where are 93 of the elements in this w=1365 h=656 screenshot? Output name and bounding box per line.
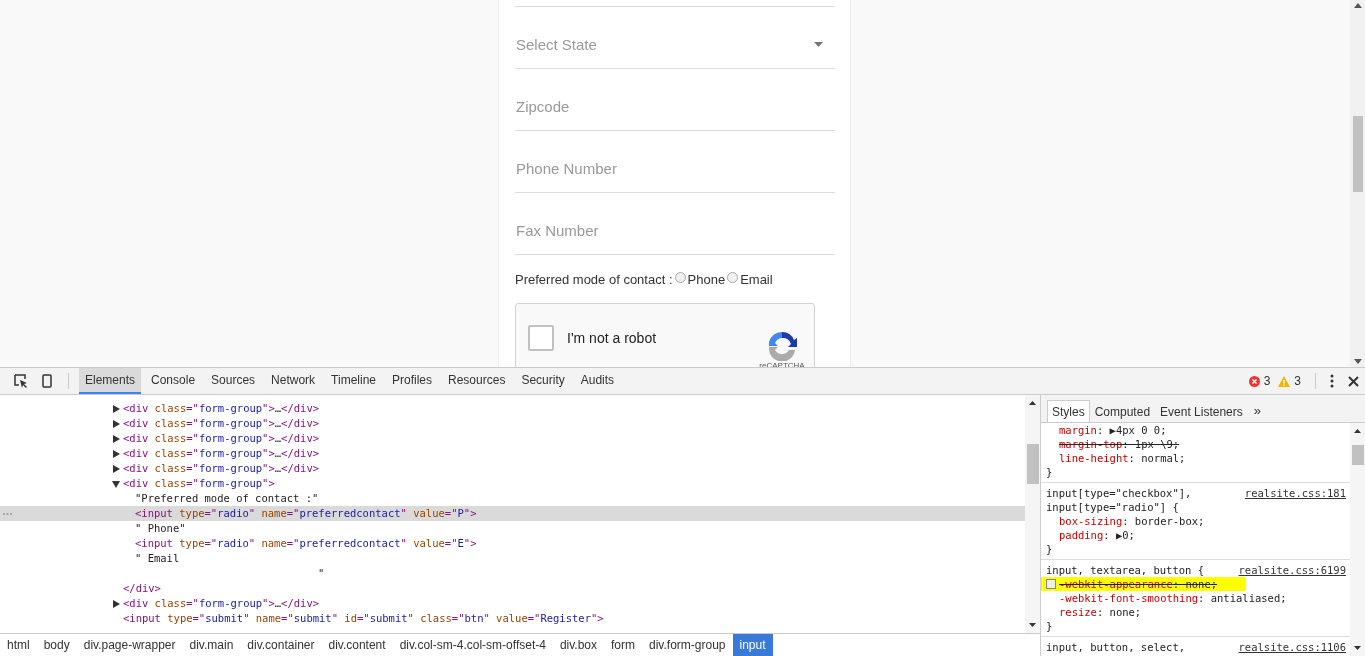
closing-brace: }: [1046, 619, 1054, 633]
scroll-up-icon[interactable]: [1029, 401, 1036, 405]
breadcrumb[interactable]: div.box: [552, 634, 605, 656]
scroll-down-icon[interactable]: [1353, 359, 1362, 364]
scroll-up-icon[interactable]: [1354, 429, 1361, 433]
dom-node[interactable]: <div class="form-group">…</div>: [123, 461, 320, 476]
warning-icon: [1278, 375, 1291, 387]
panel-tab[interactable]: Network: [265, 368, 322, 394]
panel-tab[interactable]: Profiles: [386, 368, 439, 394]
radio-button[interactable]: [727, 272, 739, 283]
panel-tab[interactable]: Sources: [205, 368, 262, 394]
text-node[interactable]: " Phone": [0, 521, 1025, 536]
text-node[interactable]: " Email: [0, 551, 1025, 566]
property-checkbox[interactable]: [1046, 579, 1056, 589]
expand-arrow-icon[interactable]: [112, 404, 120, 413]
source-link[interactable]: realsite.css:181: [1244, 486, 1346, 500]
more-tabs-button[interactable]: »: [1247, 398, 1267, 422]
expand-arrow-icon[interactable]: [112, 464, 120, 473]
breadcrumb[interactable]: div.container: [240, 634, 322, 656]
error-count[interactable]: 3: [1263, 374, 1271, 388]
dom-node[interactable]: <input type="submit" name="submit" id="submit" class="btn" value="Register">: [123, 611, 604, 626]
css-property[interactable]: margin: ▶4px 0 0;: [1059, 423, 1167, 437]
dom-node[interactable]: <div class="form-group">…</div>: [123, 446, 320, 461]
css-selector: input[type="checkbox"],: [1046, 486, 1192, 500]
css-property[interactable]: padding: ▶0;: [1059, 528, 1135, 542]
expand-arrow-icon[interactable]: [112, 449, 120, 458]
css-property[interactable]: -webkit-font-smoothing: antialiased;: [1059, 591, 1287, 605]
warning-count[interactable]: 3: [1294, 374, 1301, 388]
panel-tab[interactable]: Console: [145, 368, 202, 394]
breadcrumb[interactable]: div.col-sm-4.col-sm-offset-4: [392, 634, 553, 656]
dom-node[interactable]: <div class="form-group">…</div>: [123, 596, 320, 611]
breadcrumb[interactable]: div.page-wrapper: [76, 634, 183, 656]
scroll-down-icon[interactable]: [1029, 623, 1036, 627]
dom-node[interactable]: <div class="form-group">…</div>: [123, 401, 320, 416]
scroll-thumb[interactable]: [1026, 444, 1039, 484]
expand-arrow-icon[interactable]: [112, 434, 120, 443]
scrollbar[interactable]: [1025, 395, 1040, 633]
close-icon[interactable]: [1348, 375, 1359, 387]
source-link[interactable]: realsite.css:1106: [1238, 640, 1346, 654]
breadcrumb[interactable]: body: [36, 634, 77, 656]
captcha-label: I'm not a robot: [567, 330, 658, 346]
device-icon[interactable]: [42, 374, 52, 388]
panel-tab[interactable]: Audits: [574, 368, 621, 394]
breadcrumb[interactable]: form: [604, 634, 643, 656]
breadcrumb[interactable]: html: [0, 634, 37, 656]
css-selector: input[type="radio"] {: [1046, 500, 1179, 514]
css-property[interactable]: margin-top: 1px \9;: [1059, 437, 1180, 451]
scroll-up-icon[interactable]: [1353, 3, 1362, 8]
css-selector: input, button, select,: [1046, 640, 1186, 654]
sidebar-tab[interactable]: Event Listeners: [1155, 400, 1248, 422]
sidebar-tab[interactable]: Styles: [1047, 400, 1090, 422]
css-selector: input, textarea, button {: [1046, 563, 1205, 577]
sidebar-tab[interactable]: Computed: [1089, 400, 1156, 422]
more-menu-icon[interactable]: [1330, 374, 1334, 388]
captcha-checkbox[interactable]: [528, 325, 554, 351]
css-property[interactable]: box-sizing: border-box;: [1059, 514, 1205, 528]
expand-arrow-icon[interactable]: [112, 479, 120, 488]
captcha-brand: reCAPTCHA: [759, 360, 805, 367]
dom-node[interactable]: <div class="form-group">…</div>: [123, 431, 320, 446]
dropdown-caret-icon: [814, 42, 823, 47]
panel-tab[interactable]: Timeline: [325, 368, 382, 394]
breadcrumb[interactable]: div.main: [182, 634, 241, 656]
panel-tab[interactable]: Elements: [79, 368, 142, 394]
closing-brace: }: [1046, 465, 1054, 479]
css-property[interactable]: line-height: normal;: [1059, 451, 1186, 465]
radio-button[interactable]: [674, 272, 686, 283]
scroll-down-icon[interactable]: [1354, 646, 1361, 650]
scroll-thumb[interactable]: [1352, 115, 1363, 192]
dom-node[interactable]: <div class="form-group">…</div>: [123, 416, 320, 431]
dom-node[interactable]: </div>: [123, 581, 161, 596]
css-property[interactable]: resize: none;: [1059, 605, 1142, 619]
breadcrumb[interactable]: div.content: [321, 634, 393, 656]
source-link[interactable]: realsite.css:6199: [1238, 563, 1346, 577]
text-node[interactable]: "Preferred mode of contact :": [0, 491, 1025, 506]
inspect-icon[interactable]: [14, 374, 28, 388]
radio-label: Email: [740, 272, 773, 287]
dom-node[interactable]: <input type="radio" name="preferredcontact" value="E">: [135, 536, 477, 551]
error-icon: [1248, 375, 1260, 387]
scrollbar[interactable]: [1350, 0, 1365, 367]
dom-node[interactable]: <div class="form-group">: [123, 476, 275, 491]
breadcrumb[interactable]: div.form-group: [642, 634, 733, 656]
panel-tab[interactable]: Resources: [442, 368, 512, 394]
expand-arrow-icon[interactable]: [112, 599, 120, 608]
expand-arrow-icon[interactable]: [112, 419, 120, 428]
scroll-thumb[interactable]: [1351, 444, 1364, 465]
text-node[interactable]: ": [0, 566, 1025, 581]
breadcrumb[interactable]: input: [732, 634, 773, 656]
panel-tab[interactable]: Security: [515, 368, 571, 394]
scrollbar[interactable]: [1350, 423, 1365, 656]
radio-label: Phone: [687, 272, 726, 287]
more-dots-icon[interactable]: [3, 512, 12, 515]
contact-label: Preferred mode of contact :: [515, 272, 673, 287]
closing-brace: }: [1046, 542, 1054, 556]
